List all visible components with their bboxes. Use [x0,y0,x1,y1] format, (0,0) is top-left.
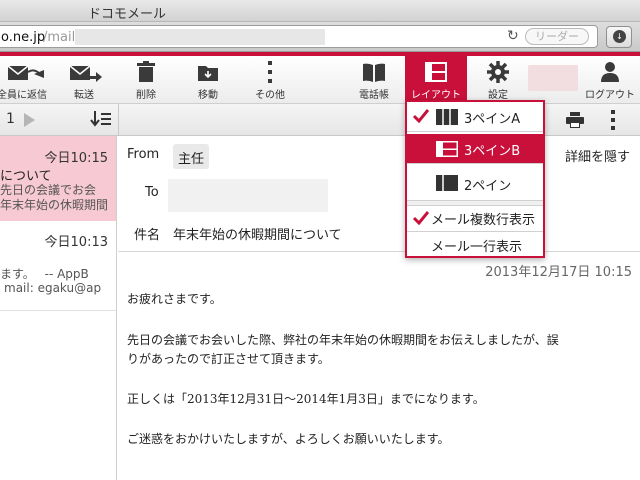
logout-button[interactable]: ログアウト [582,56,638,104]
menu-item-label: メール複数行表示 [431,213,536,228]
move-button[interactable]: 移動 [186,56,230,104]
user-name-redacted [528,65,578,91]
other-label: その他 [255,90,285,101]
download-icon: ↓ [613,30,626,43]
subject-text: 年末年始の休暇期間について [173,228,342,243]
forward-label: 転送 [74,90,94,101]
sender-chip[interactable]: 主任 [173,144,209,169]
more-vertical-icon [268,61,272,83]
address-bar[interactable]: o.ne.jp /mail/ ↻ リーダー [0,25,598,48]
move-label: 移動 [198,90,218,101]
layout-button[interactable]: レイアウト [405,56,467,104]
body-line: 正しくは「2013年12月31日〜2014年1月3日」までになります。 [127,392,485,406]
gear-icon [487,61,509,83]
phonebook-button[interactable]: 電話帳 [350,56,398,104]
body-line: りがあったので訂正させて頂きます。 [127,352,330,366]
forward-icon [69,65,102,82]
reader-button[interactable]: リーダー [525,28,589,45]
body-line: 先日の会議でお会いした際、弊社の年末年始の休暇期間をお伝えしましたが、誤 [127,333,559,347]
three-pane-a-icon [436,109,458,125]
list-item[interactable]: 今日10:15 について 先日の会議でお会 年末年始の休暇期間 [0,136,116,221]
list-item-preview: ます。 -- AppB [0,267,89,281]
list-item-time: 今日10:15 [44,151,108,166]
sort-icon[interactable] [90,111,112,129]
book-icon [363,63,385,82]
mail-body: 2013年12月17日 10:15 お疲れさまです。 先日の会議でお会いした際、… [118,252,640,480]
other-button[interactable]: その他 [248,56,292,104]
mail-header: From 主任 詳細を隠す To 件名 年末年始の休暇期間について [118,136,640,252]
reply-all-button[interactable]: 全員に返信 [0,56,52,104]
list-item-preview: mail: egaku@ap [4,281,102,295]
browser-titlebar: ドコモメール [0,0,640,22]
more-options-icon[interactable] [610,110,616,130]
delete-label: 削除 [136,90,156,101]
sender-name: 主任 [178,152,205,167]
list-item-time: 今日10:13 [44,235,108,250]
list-item[interactable]: 今日10:13 ます。 -- AppB mail: egaku@ap [0,221,116,311]
three-pane-b-icon [436,141,458,157]
layout-icon [425,62,447,82]
reply-all-label: 全員に返信 [0,90,47,101]
menu-item-3pane-a[interactable]: 3ペインA [407,102,543,132]
menu-item-3pane-b[interactable]: 3ペインB [407,134,543,164]
page-number: 1 [6,111,15,127]
folder-move-icon [198,66,218,81]
menu-item-label: 3ペインB [464,144,521,159]
browser-address-row: o.ne.jp /mail/ ↻ リーダー ↓ [0,22,640,52]
menu-item-singleline[interactable]: メール一行表示 [407,232,543,258]
checkmark-icon [413,211,429,225]
to-label: To [145,185,159,200]
window-title: ドコモメール [87,7,166,22]
forward-button[interactable]: 転送 [60,56,108,104]
settings-button[interactable]: 設定 [476,56,520,104]
body-line: ご迷惑をおかけいたしますが、よろしくお願いいたします。 [127,432,450,446]
logout-label: ログアウト [585,90,635,101]
menu-item-label: 2ペイン [464,179,512,194]
subject-label: 件名 [134,228,161,243]
next-page-icon[interactable] [22,113,36,127]
downloads-button[interactable]: ↓ [606,26,632,48]
hide-details-link[interactable]: 詳細を隠す [565,146,630,165]
from-label: From [127,147,160,162]
body-line: お疲れさまです。 [127,292,222,306]
print-icon[interactable] [566,112,584,128]
settings-label: 設定 [488,90,508,101]
menu-item-label: メール一行表示 [431,240,523,255]
mail-date: 2013年12月17日 10:15 [485,265,632,280]
menu-item-2pane[interactable]: 2ペイン [407,166,543,200]
layout-label: レイアウト [411,90,461,101]
recipient-redacted [168,179,328,212]
menu-item-multiline[interactable]: メール複数行表示 [407,206,543,232]
trash-icon [137,61,155,82]
url-host: o.ne.jp [1,30,46,45]
list-item-preview: 年末年始の休暇期間 [0,198,109,212]
url-redacted [75,29,325,45]
toolbar-divider [118,104,119,136]
reply-all-icon [7,65,44,80]
layout-menu: 3ペインA 3ペインB 2ペイン メール複数行表示 メール一行表示 [405,100,545,258]
menu-item-label: 3ペインA [464,112,521,127]
checkmark-icon [413,109,429,123]
two-pane-icon [436,175,458,191]
person-icon [601,62,619,82]
mail-toolbar: 全員に返信 転送 削除 移動 その他 電話帳 レイアウト 設定 ログアウト [0,56,640,104]
mail-list: 今日10:15 について 先日の会議でお会 年末年始の休暇期間 今日10:13 … [0,136,117,480]
phonebook-label: 電話帳 [359,90,389,101]
reload-icon[interactable]: ↻ [507,28,519,44]
delete-button[interactable]: 削除 [124,56,168,104]
